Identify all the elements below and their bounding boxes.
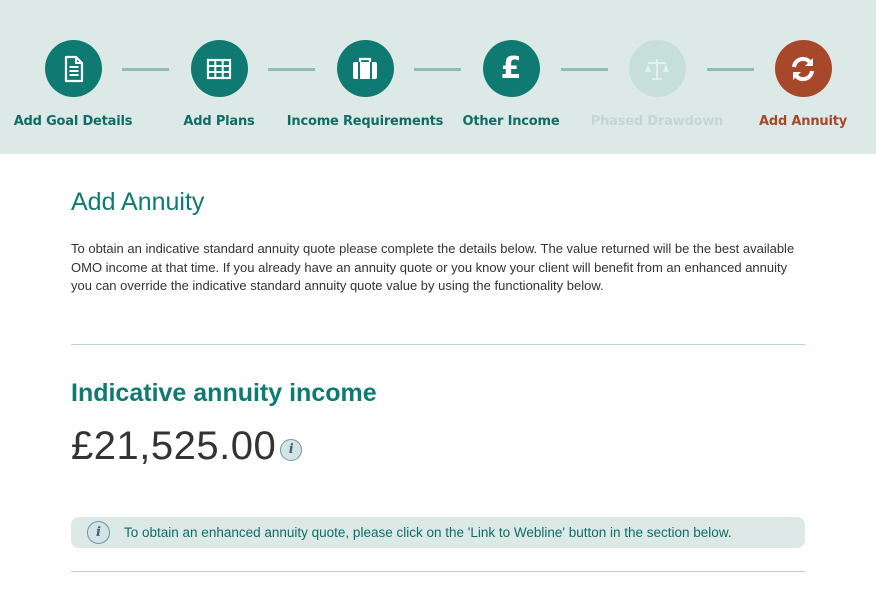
document-icon <box>64 55 84 82</box>
step-phased-drawdown: Phased Drawdown <box>582 40 732 129</box>
step-label: Other Income <box>462 114 560 129</box>
step-circle <box>336 40 394 97</box>
step-circle <box>628 40 686 97</box>
divider <box>71 571 805 572</box>
step-label: Income Requirements <box>286 114 444 129</box>
step-circle: £ <box>482 40 540 97</box>
step-label: Add Annuity <box>759 114 847 129</box>
info-icon[interactable]: i <box>280 438 303 461</box>
page-title: Add Annuity <box>71 188 205 216</box>
notice-text: To obtain an enhanced annuity quote, ple… <box>124 525 732 540</box>
step-label: Add Plans <box>183 114 255 129</box>
step-add-annuity[interactable]: Add Annuity <box>728 40 876 129</box>
progress-stepper: Add Goal Details Add Plans Income Requir… <box>0 0 876 154</box>
info-notice: i To obtain an enhanced annuity quote, p… <box>71 517 805 548</box>
step-label: Add Goal Details <box>13 114 133 129</box>
step-add-plans[interactable]: Add Plans <box>144 40 294 129</box>
info-icon: i <box>87 521 110 544</box>
step-circle <box>774 40 832 97</box>
step-label: Phased Drawdown <box>590 114 724 129</box>
amount-row: £21,525.00 i <box>71 424 303 469</box>
divider <box>71 344 805 345</box>
table-icon <box>206 58 232 79</box>
annuity-amount: £21,525.00 <box>71 424 277 468</box>
scales-icon <box>645 58 669 80</box>
intro-text: To obtain an indicative standard annuity… <box>71 241 795 293</box>
briefcase-icon <box>353 57 377 79</box>
step-circle <box>190 40 248 97</box>
refresh-icon <box>792 56 814 81</box>
section-title: Indicative annuity income <box>71 379 377 407</box>
step-other-income[interactable]: £ Other Income <box>436 40 586 129</box>
pound-icon: £ <box>500 50 522 86</box>
step-add-goal-details[interactable]: Add Goal Details <box>0 40 148 129</box>
step-income-requirements[interactable]: Income Requirements <box>286 40 444 129</box>
step-circle <box>44 40 102 97</box>
